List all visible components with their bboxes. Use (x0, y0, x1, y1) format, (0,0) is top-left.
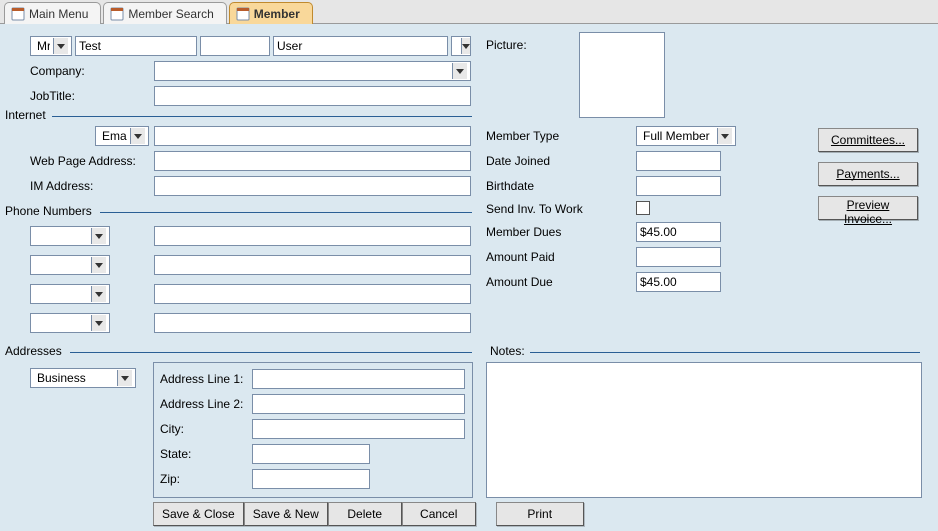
dropdown-icon[interactable] (91, 315, 106, 331)
picture-box[interactable] (579, 32, 665, 118)
dropdown-icon[interactable] (117, 370, 132, 386)
member-type-label: Member Type (486, 129, 559, 143)
member-dues-label: Member Dues (486, 225, 561, 239)
middle-name-input[interactable] (200, 36, 270, 56)
city-input[interactable] (252, 419, 465, 439)
first-name-input[interactable] (75, 36, 197, 56)
date-joined-input[interactable] (636, 151, 721, 171)
webpage-label: Web Page Address: (30, 154, 136, 168)
phone-number-4[interactable] (154, 313, 471, 333)
cancel-button[interactable]: Cancel (402, 502, 476, 526)
dropdown-icon[interactable] (130, 128, 145, 144)
addresses-group-label: Addresses (1, 344, 66, 358)
amount-paid-label: Amount Paid (486, 250, 555, 264)
addr-line2-input[interactable] (252, 394, 465, 414)
dropdown-icon[interactable] (53, 38, 68, 54)
dropdown-icon[interactable] (717, 128, 732, 144)
date-joined-label: Date Joined (486, 154, 550, 168)
notes-input[interactable] (486, 362, 922, 498)
dropdown-icon[interactable] (91, 257, 106, 273)
tab-main-menu[interactable]: Main Menu (4, 2, 101, 24)
internet-group-label: Internet (1, 108, 50, 122)
form-icon (11, 7, 25, 21)
divider (70, 352, 472, 353)
member-type-select[interactable] (636, 126, 736, 146)
preview-invoice-button[interactable]: Preview Invoice... (818, 196, 918, 220)
last-name-input[interactable] (273, 36, 448, 56)
addr-line2-label: Address Line 2: (160, 397, 243, 411)
amount-due-input[interactable] (636, 272, 721, 292)
suffix-select[interactable] (451, 36, 471, 56)
divider (530, 352, 920, 353)
state-label: State: (160, 447, 191, 461)
save-close-button[interactable]: Save & Close (153, 502, 244, 526)
zip-label: Zip: (160, 472, 180, 486)
zip-input[interactable] (252, 469, 370, 489)
save-new-button[interactable]: Save & New (244, 502, 328, 526)
phone-number-2[interactable] (154, 255, 471, 275)
company-input[interactable] (158, 63, 452, 79)
phone-group-label: Phone Numbers (1, 204, 96, 218)
birthdate-label: Birthdate (486, 179, 534, 193)
committees-button[interactable]: Committees... (818, 128, 918, 152)
notes-label: Notes: (486, 344, 529, 358)
tab-label: Main Menu (29, 7, 88, 21)
phone-type-2[interactable] (30, 255, 110, 275)
divider (100, 212, 472, 213)
dropdown-icon[interactable] (91, 228, 106, 244)
amount-due-label: Amount Due (486, 275, 553, 289)
divider (52, 116, 472, 117)
state-input[interactable] (252, 444, 370, 464)
payments-button[interactable]: Payments... (818, 162, 918, 186)
tab-member[interactable]: Member (229, 2, 313, 24)
address-type-select[interactable] (30, 368, 136, 388)
tab-member-search[interactable]: Member Search (103, 2, 226, 24)
jobtitle-input[interactable] (154, 86, 471, 106)
phone-number-3[interactable] (154, 284, 471, 304)
dropdown-icon[interactable] (91, 286, 106, 302)
print-button[interactable]: Print (496, 502, 584, 526)
email-channel-select[interactable] (95, 126, 149, 146)
email-channel-input[interactable] (99, 128, 130, 144)
tab-label: Member Search (128, 7, 213, 21)
title-select-input[interactable] (34, 38, 53, 54)
form-icon (236, 7, 250, 21)
form-icon (110, 7, 124, 21)
dropdown-icon[interactable] (452, 63, 467, 79)
member-form: Company: JobTitle: Picture: Internet Web… (0, 24, 938, 531)
tab-bar: Main Menu Member Search Member (0, 0, 938, 24)
city-label: City: (160, 422, 184, 436)
im-input[interactable] (154, 176, 471, 196)
company-select[interactable] (154, 61, 471, 81)
bottom-toolbar: Save & Close Save & New Delete Cancel Pr… (153, 502, 584, 526)
member-dues-input[interactable] (636, 222, 721, 242)
tab-label: Member (254, 7, 300, 21)
email-input[interactable] (154, 126, 471, 146)
picture-label: Picture: (486, 38, 527, 52)
addr-line1-input[interactable] (252, 369, 465, 389)
phone-type-3[interactable] (30, 284, 110, 304)
phone-type-4[interactable] (30, 313, 110, 333)
delete-button[interactable]: Delete (328, 502, 402, 526)
amount-paid-input[interactable] (636, 247, 721, 267)
send-inv-label: Send Inv. To Work (486, 202, 583, 216)
im-label: IM Address: (30, 179, 93, 193)
member-type-input[interactable] (640, 128, 717, 144)
webpage-input[interactable] (154, 151, 471, 171)
company-label: Company: (30, 64, 85, 78)
phone-type-1[interactable] (30, 226, 110, 246)
send-inv-checkbox[interactable] (636, 201, 650, 215)
phone-number-1[interactable] (154, 226, 471, 246)
birthdate-input[interactable] (636, 176, 721, 196)
title-select[interactable] (30, 36, 72, 56)
address-type-input[interactable] (34, 370, 117, 386)
jobtitle-label: JobTitle: (30, 89, 75, 103)
dropdown-icon[interactable] (461, 38, 470, 54)
addr-line1-label: Address Line 1: (160, 372, 243, 386)
